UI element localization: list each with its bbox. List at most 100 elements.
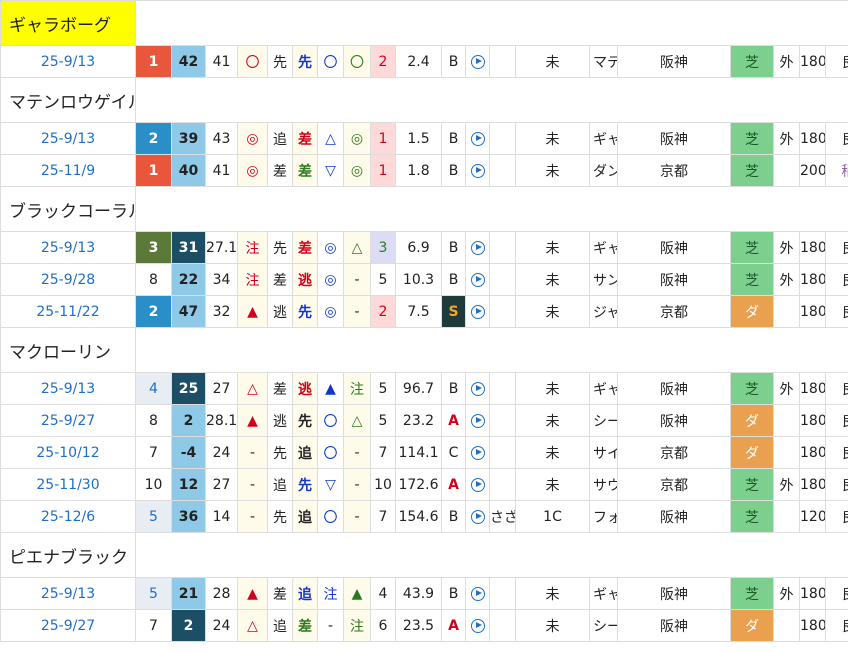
popularity: 6: [370, 609, 396, 642]
sub-score: 24: [205, 609, 238, 642]
finish-rank: 1: [135, 45, 172, 78]
video-play-button[interactable]: [465, 45, 490, 78]
horse-name: マテンロウゲイル: [0, 77, 136, 123]
surface-badge: 芝: [730, 154, 774, 187]
track-condition: 良: [825, 577, 848, 610]
horse-header-row: ピエナブラック: [0, 532, 848, 578]
table-row: 25-10/127-424-先追〇-7114.1C未サイン京都ダ1800良: [0, 436, 848, 469]
race-date-link[interactable]: 25-10/12: [0, 436, 136, 469]
race-date-link[interactable]: 25-9/28: [0, 263, 136, 296]
race-date-link[interactable]: 25-9/13: [0, 122, 136, 155]
race-date-link[interactable]: 25-9/13: [0, 577, 136, 610]
race-date-link[interactable]: 25-11/30: [0, 468, 136, 501]
race-date-link[interactable]: 25-9/27: [0, 404, 136, 437]
running-style-alt: 先: [292, 295, 318, 328]
track-condition: 良: [825, 263, 848, 296]
header-blank: [134, 77, 848, 123]
mark-3: 注: [343, 372, 371, 405]
mark-2: 注: [317, 577, 344, 610]
track-condition: 良: [825, 295, 848, 328]
mark-3: 〇: [343, 45, 371, 78]
video-play-button[interactable]: [465, 122, 490, 155]
header-blank: [134, 327, 848, 373]
race-date-link[interactable]: 25-9/13: [0, 45, 136, 78]
track: 阪神: [617, 45, 731, 78]
race-date-link[interactable]: 25-12/6: [0, 500, 136, 533]
course: [773, 404, 800, 437]
course: [773, 609, 800, 642]
video-play-button[interactable]: [465, 468, 490, 501]
video-play-button[interactable]: [465, 263, 490, 296]
video-play-button[interactable]: [465, 500, 490, 533]
mark-3: ◎: [343, 154, 371, 187]
mark-3: -: [343, 500, 371, 533]
race-date-link[interactable]: 25-9/13: [0, 231, 136, 264]
sub-score: 41: [205, 45, 238, 78]
odds: 96.7: [395, 372, 442, 405]
race-class: 未: [515, 609, 590, 642]
distance: 1800: [799, 263, 826, 296]
track-condition: 良: [825, 45, 848, 78]
popularity: 10: [370, 468, 396, 501]
mark-2: ▽: [317, 468, 344, 501]
sub-score: 43: [205, 122, 238, 155]
play-icon: [470, 304, 485, 319]
popularity: 5: [370, 404, 396, 437]
sub-score: 41: [205, 154, 238, 187]
video-play-button[interactable]: [465, 372, 490, 405]
mark-1: 〇: [237, 45, 268, 78]
horse-header-row: マクローリン: [0, 327, 848, 373]
mark-2: ◎: [317, 295, 344, 328]
video-play-button[interactable]: [465, 436, 490, 469]
play-icon: [470, 445, 485, 460]
surface-badge: 芝: [730, 500, 774, 533]
race-name: [489, 372, 516, 405]
track-condition: 良: [825, 500, 848, 533]
mark-2: ▲: [317, 372, 344, 405]
surface-badge: ダ: [730, 436, 774, 469]
winner-name: ギャラボーグ: [589, 122, 618, 155]
winner-name: サイン: [589, 436, 618, 469]
race-class: 未: [515, 154, 590, 187]
grade: B: [441, 577, 466, 610]
distance: 1800: [799, 45, 826, 78]
distance: 1800: [799, 231, 826, 264]
popularity: 2: [370, 45, 396, 78]
course: 外: [773, 263, 800, 296]
distance: 1800: [799, 404, 826, 437]
video-play-button[interactable]: [465, 404, 490, 437]
race-date-link[interactable]: 25-11/9: [0, 154, 136, 187]
winner-name: ギャラボーグ: [589, 577, 618, 610]
race-date-link[interactable]: 25-9/13: [0, 372, 136, 405]
finish-rank: 3: [135, 231, 172, 264]
running-style-alt: 差: [292, 231, 318, 264]
running-style: 差: [267, 263, 293, 296]
running-style-alt: 差: [292, 609, 318, 642]
video-play-button[interactable]: [465, 154, 490, 187]
sub-score: 27: [205, 468, 238, 501]
track-condition: 良: [825, 231, 848, 264]
mark-3: -: [343, 263, 371, 296]
mark-2: ◎: [317, 231, 344, 264]
track: 京都: [617, 468, 731, 501]
surface-badge: 芝: [730, 263, 774, 296]
finish-rank: 8: [135, 404, 172, 437]
odds: 154.6: [395, 500, 442, 533]
video-play-button[interactable]: [465, 609, 490, 642]
race-name: さざんか賞: [489, 500, 516, 533]
winner-name: サントルドパリ: [589, 263, 618, 296]
race-date-link[interactable]: 25-11/22: [0, 295, 136, 328]
video-play-button[interactable]: [465, 295, 490, 328]
table-row: 25-11/30101227-追先▽-10172.6A未サウンドムーブ京都芝外1…: [0, 468, 848, 501]
race-date-link[interactable]: 25-9/27: [0, 609, 136, 642]
grade: B: [441, 372, 466, 405]
race-class: 未: [515, 231, 590, 264]
surface-badge: 芝: [730, 231, 774, 264]
video-play-button[interactable]: [465, 231, 490, 264]
play-icon: [470, 586, 485, 601]
video-play-button[interactable]: [465, 577, 490, 610]
course: 外: [773, 468, 800, 501]
race-class: 未: [515, 263, 590, 296]
finish-rank: 5: [135, 500, 172, 533]
race-name: [489, 45, 516, 78]
